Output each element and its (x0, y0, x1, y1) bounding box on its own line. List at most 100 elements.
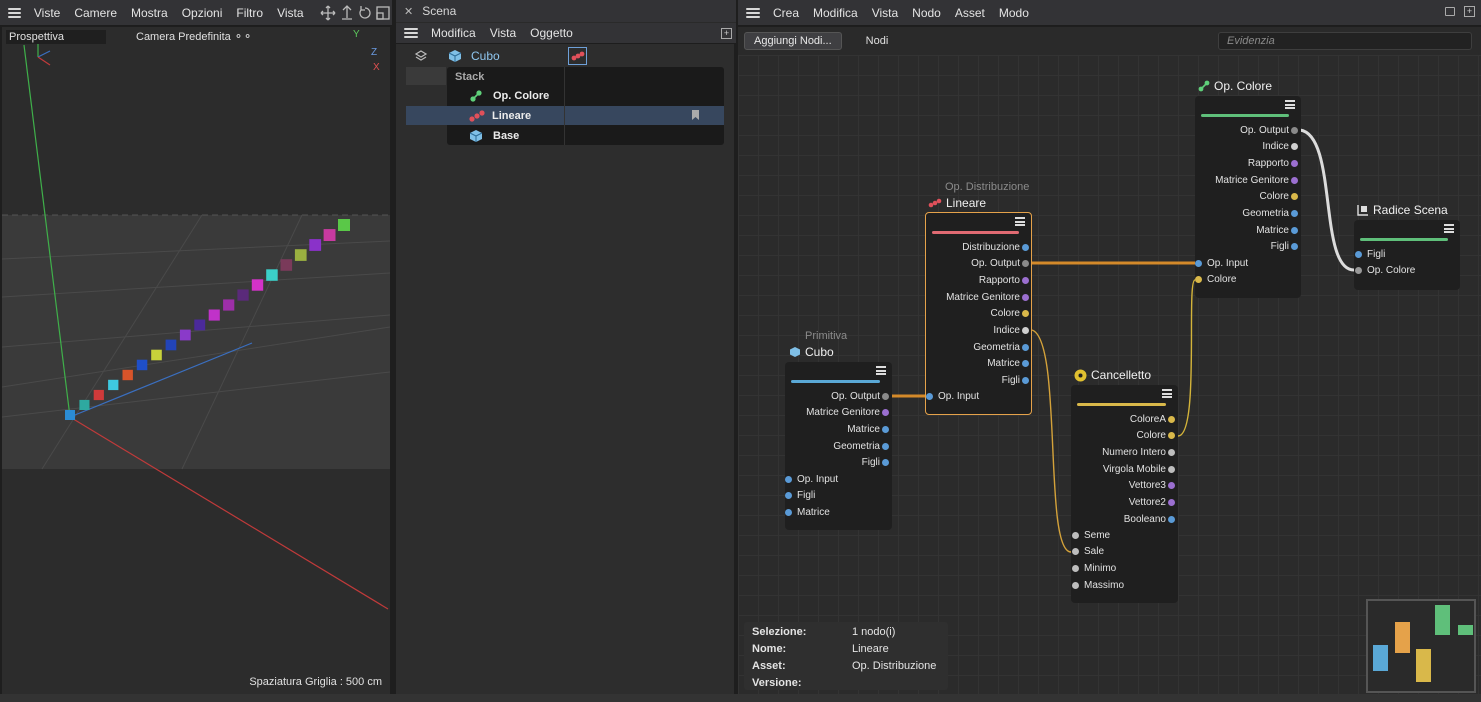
port-op-colore[interactable]: Op. Colore (1355, 263, 1415, 279)
port-dot[interactable] (1022, 293, 1029, 301)
port-dot[interactable] (1291, 210, 1298, 217)
port-dot[interactable] (785, 508, 792, 516)
port-rapporto[interactable]: Rapporto (1195, 155, 1298, 171)
highlight-search-input[interactable]: Evidenzia (1218, 32, 1472, 50)
scene-menu-icon[interactable] (404, 28, 418, 38)
menu-oggetto[interactable]: Oggetto (523, 26, 580, 40)
port-op-input[interactable]: Op. Input (785, 471, 838, 487)
port-op-input[interactable]: Op. Input (1195, 255, 1248, 271)
cancelletto-node-title[interactable]: Cancelletto (1074, 368, 1151, 382)
port-matrice[interactable]: Matrice (925, 356, 1029, 372)
port-dot[interactable] (926, 392, 933, 400)
port-massimo[interactable]: Massimo (1072, 577, 1124, 593)
menu-modo[interactable]: Modo (992, 6, 1036, 20)
port-booleano[interactable]: Booleano (1071, 511, 1175, 527)
port-dot[interactable] (1291, 159, 1298, 167)
add-nodes-button[interactable]: Aggiungi Nodi... (744, 32, 842, 50)
port-dot[interactable] (1291, 126, 1298, 134)
menu-asset[interactable]: Asset (948, 6, 992, 20)
port-dot[interactable] (1355, 250, 1362, 258)
port-matrice[interactable]: Matrice (1195, 222, 1298, 238)
port-matrice-genitore[interactable]: Matrice Genitore (1195, 172, 1298, 188)
node-menu-icon[interactable] (1015, 217, 1025, 226)
port-dot[interactable] (1168, 465, 1175, 473)
port-numero-intero[interactable]: Numero Intero (1071, 444, 1175, 460)
port-matrice[interactable]: Matrice (785, 421, 889, 437)
lineare-node-title[interactable]: Lineare (928, 196, 986, 210)
menu-vista[interactable]: Vista (270, 6, 310, 20)
port-colore[interactable]: Colore (1195, 189, 1298, 205)
node-menu-icon[interactable] (876, 366, 886, 375)
scene-tree[interactable]: Cubo Stack Op. Colore Lineare Base (396, 44, 734, 694)
stack-item-lineare[interactable]: Lineare (406, 106, 724, 125)
port-geometria[interactable]: Geometria (925, 339, 1029, 355)
port-dot[interactable] (1291, 176, 1298, 184)
port-dot[interactable] (1168, 515, 1175, 523)
port-rapporto[interactable]: Rapporto (925, 272, 1029, 288)
port-matrice-genitore[interactable]: Matrice Genitore (925, 289, 1029, 305)
port-dot[interactable] (1291, 226, 1298, 234)
3d-viewport[interactable]: Y Z X Prospettiva Camera Predefinita ⚬⚬ … (2, 27, 390, 694)
port-dot[interactable] (1022, 243, 1029, 251)
port-dot[interactable] (1022, 276, 1029, 284)
viewport-menu-icon[interactable] (8, 7, 21, 18)
port-op-output[interactable]: Op. Output (925, 256, 1029, 272)
port-vettore2[interactable]: Vettore2 (1071, 495, 1175, 511)
node-menu-icon[interactable] (1285, 100, 1295, 109)
port-indice[interactable]: Indice (1195, 139, 1298, 155)
port-op-output[interactable]: Op. Output (785, 388, 889, 404)
port-op-output[interactable]: Op. Output (1195, 122, 1298, 138)
lock-icon[interactable] (1445, 7, 1455, 16)
port-dot[interactable] (1022, 327, 1029, 334)
menu-mostra[interactable]: Mostra (124, 6, 175, 20)
port-matrice[interactable]: Matrice (785, 504, 830, 520)
node-menu-icon[interactable] (1162, 389, 1172, 398)
opcolore-node-title[interactable]: Op. Colore (1198, 79, 1272, 93)
port-distribuzione[interactable]: Distribuzione (925, 239, 1029, 255)
port-figli[interactable]: Figli (785, 488, 815, 504)
port-minimo[interactable]: Minimo (1072, 560, 1116, 576)
viewport-nav-icons[interactable] (319, 4, 392, 22)
view-name[interactable]: Prospettiva (6, 30, 106, 44)
bookmark-icon[interactable] (692, 110, 699, 120)
port-figli[interactable]: Figli (1355, 246, 1385, 262)
port-colore[interactable]: Colore (925, 306, 1029, 322)
menu-modifica[interactable]: Modifica (424, 26, 483, 40)
port-dot[interactable] (1072, 564, 1079, 572)
port-dot[interactable] (1072, 581, 1079, 589)
port-dot[interactable] (1195, 259, 1202, 267)
menu-filtro[interactable]: Filtro (229, 6, 270, 20)
port-virgola-mobile[interactable]: Virgola Mobile (1071, 461, 1175, 477)
port-colorea[interactable]: ColoreA (1071, 411, 1175, 427)
port-op-input[interactable]: Op. Input (926, 388, 979, 404)
port-dot[interactable] (1072, 531, 1079, 539)
port-dot[interactable] (1168, 415, 1175, 423)
port-figli[interactable]: Figli (925, 373, 1029, 389)
menu-crea[interactable]: Crea (766, 6, 806, 20)
port-indice[interactable]: Indice (925, 323, 1029, 339)
linear-tag-icon[interactable] (568, 47, 587, 65)
node-minimap[interactable] (1366, 599, 1476, 693)
menu-vista[interactable]: Vista (483, 26, 523, 40)
port-dot[interactable] (785, 475, 792, 483)
port-colore[interactable]: Colore (1071, 428, 1175, 444)
port-figli[interactable]: Figli (1195, 239, 1298, 255)
menu-camere[interactable]: Camere (67, 6, 124, 20)
port-vettore3[interactable]: Vettore3 (1071, 478, 1175, 494)
menu-vista[interactable]: Vista (865, 6, 905, 20)
port-dot[interactable] (1168, 448, 1175, 456)
camera-name[interactable]: Camera Predefinita ⚬⚬ (136, 30, 252, 43)
port-dot[interactable] (1022, 343, 1029, 351)
node-editor-menu-icon[interactable] (746, 7, 760, 18)
stack-item-op-colore[interactable]: Op. Colore (447, 86, 724, 105)
port-colore[interactable]: Colore (1195, 272, 1236, 288)
stack-item-base[interactable]: Base (447, 126, 724, 145)
port-dot[interactable] (882, 392, 889, 400)
panel-new-icon[interactable]: + (721, 28, 732, 39)
menu-modifica[interactable]: Modifica (806, 6, 865, 20)
port-matrice-genitore[interactable]: Matrice Genitore (785, 405, 889, 421)
port-geometria[interactable]: Geometria (785, 438, 889, 454)
port-dot[interactable] (882, 425, 889, 433)
radice-node-title[interactable]: Radice Scena (1357, 203, 1448, 217)
port-geometria[interactable]: Geometria (1195, 206, 1298, 222)
